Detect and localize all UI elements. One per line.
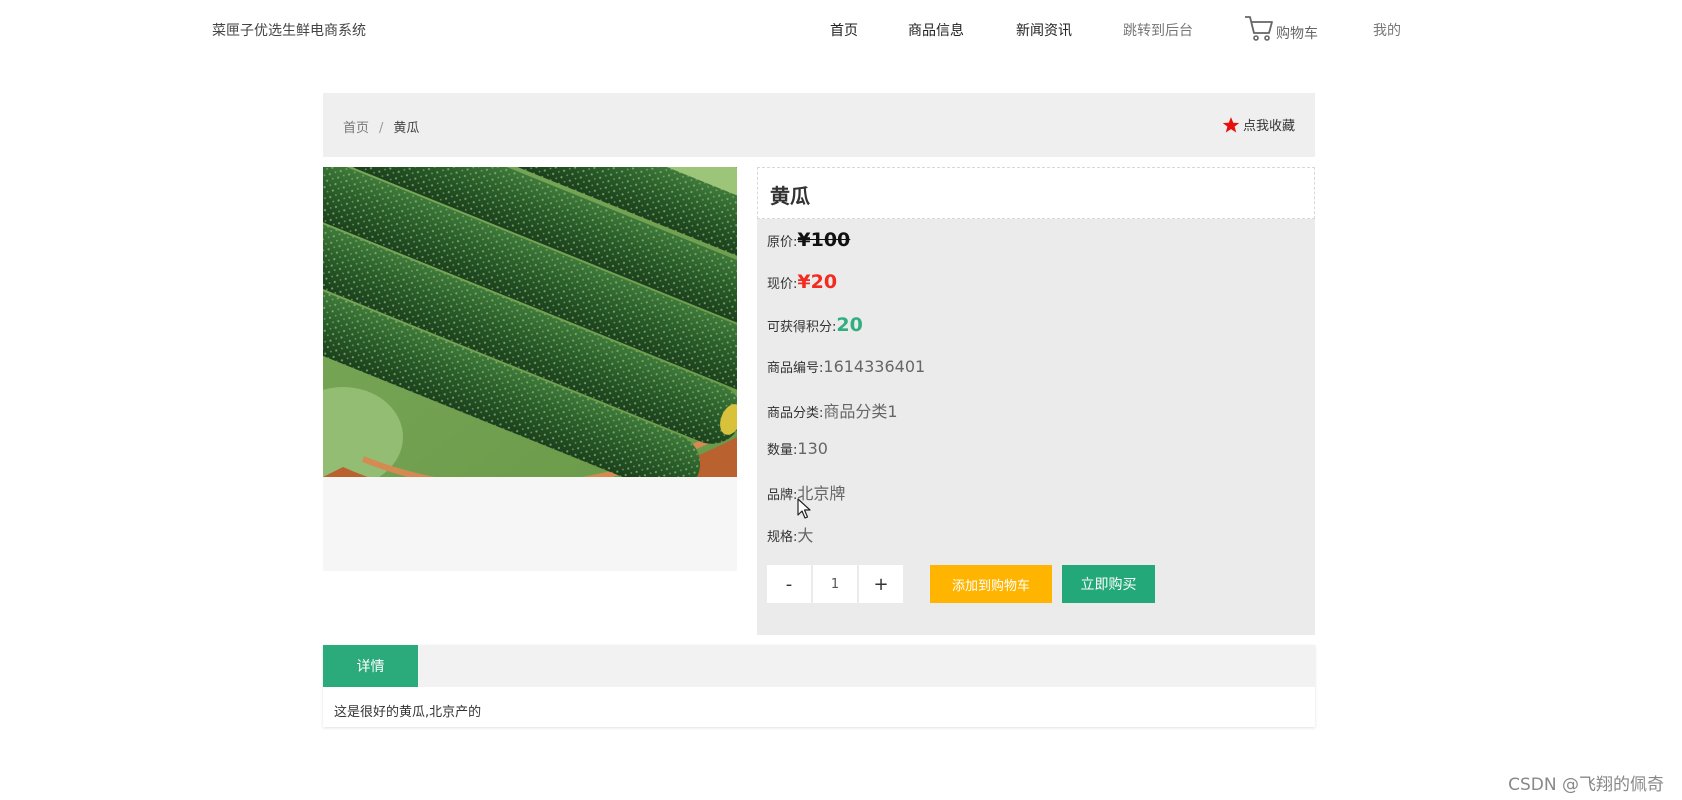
site-brand[interactable]: 菜匣子优选生鲜电商系统	[212, 20, 366, 40]
cart-icon	[1245, 16, 1273, 41]
stock-row: 数量: 130	[767, 439, 828, 458]
decrease-button[interactable]: -	[767, 565, 811, 603]
nav-admin[interactable]: 跳转到后台	[1123, 20, 1193, 40]
stock-value: 130	[797, 439, 828, 458]
code-value: 1614336401	[823, 357, 926, 376]
code-row: 商品编号: 1614336401	[767, 357, 925, 376]
cart-label: 购物车	[1276, 26, 1318, 42]
nav-cart[interactable]: 购物车	[1244, 14, 1318, 42]
product-image	[323, 167, 737, 477]
points-value: 20	[836, 314, 863, 336]
breadcrumb-separator: /	[379, 121, 384, 136]
watermark: CSDN @飞翔的佩奇	[1508, 775, 1664, 795]
product-title: 黄瓜	[770, 184, 810, 208]
favorite-label: 点我收藏	[1242, 119, 1295, 134]
breadcrumb-home[interactable]: 首页	[343, 121, 369, 136]
mouse-cursor-icon	[797, 498, 811, 519]
add-to-cart-button[interactable]: 添加到购物车	[930, 565, 1052, 603]
current-price: ¥20	[797, 271, 838, 293]
increase-button[interactable]: +	[859, 565, 903, 603]
points-label: 可获得积分:	[767, 320, 837, 335]
breadcrumb-current: 黄瓜	[393, 121, 420, 136]
spec-value: 大	[797, 526, 814, 545]
original-price-row: 原价: ¥100	[767, 229, 850, 251]
details-section: 详情 这是很好的黄瓜,北京产的	[323, 645, 1315, 727]
nav-news[interactable]: 新闻资讯	[1016, 20, 1072, 40]
spec-label: 规格:	[767, 530, 798, 545]
star-icon	[1222, 116, 1240, 132]
quantity-stepper: - 1 +	[767, 565, 903, 603]
current-price-label: 现价:	[767, 277, 798, 292]
tab-details[interactable]: 详情	[323, 645, 418, 687]
favorite-button[interactable]: 点我收藏	[1222, 115, 1295, 134]
nav-products[interactable]: 商品信息	[908, 20, 964, 40]
stock-label: 数量:	[767, 443, 798, 458]
original-price: ¥100	[797, 229, 851, 251]
nav-mine[interactable]: 我的	[1373, 20, 1401, 40]
original-price-label: 原价:	[767, 235, 798, 250]
breadcrumb: 首页 / 黄瓜	[343, 117, 419, 136]
points-row: 可获得积分: 20	[767, 314, 863, 336]
product-title-box: 黄瓜	[757, 167, 1315, 219]
code-label: 商品编号:	[767, 361, 824, 376]
category-row: 商品分类: 商品分类1	[767, 398, 898, 422]
brand-label: 品牌:	[767, 488, 798, 503]
top-navbar: 菜匣子优选生鲜电商系统 首页 商品信息 新闻资讯 跳转到后台 购物车 我的	[0, 0, 1682, 60]
category-value: 商品分类1	[823, 402, 898, 421]
category-label: 商品分类:	[767, 406, 824, 421]
nav-home[interactable]: 首页	[830, 20, 858, 40]
product-description: 这是很好的黄瓜,北京产的	[334, 705, 482, 720]
breadcrumb-bar: 首页 / 黄瓜 点我收藏	[323, 93, 1315, 157]
spec-row: 规格: 大	[767, 522, 813, 546]
quantity-input[interactable]: 1	[813, 565, 857, 603]
current-price-row: 现价: ¥20	[767, 271, 837, 293]
product-info-panel: 黄瓜 原价: ¥100 现价: ¥20 可获得积分: 20 商品编号: 1614…	[757, 167, 1315, 635]
buy-now-button[interactable]: 立即购买	[1062, 565, 1155, 603]
product-image-panel	[323, 167, 737, 571]
tab-bar: 详情	[323, 645, 1315, 687]
